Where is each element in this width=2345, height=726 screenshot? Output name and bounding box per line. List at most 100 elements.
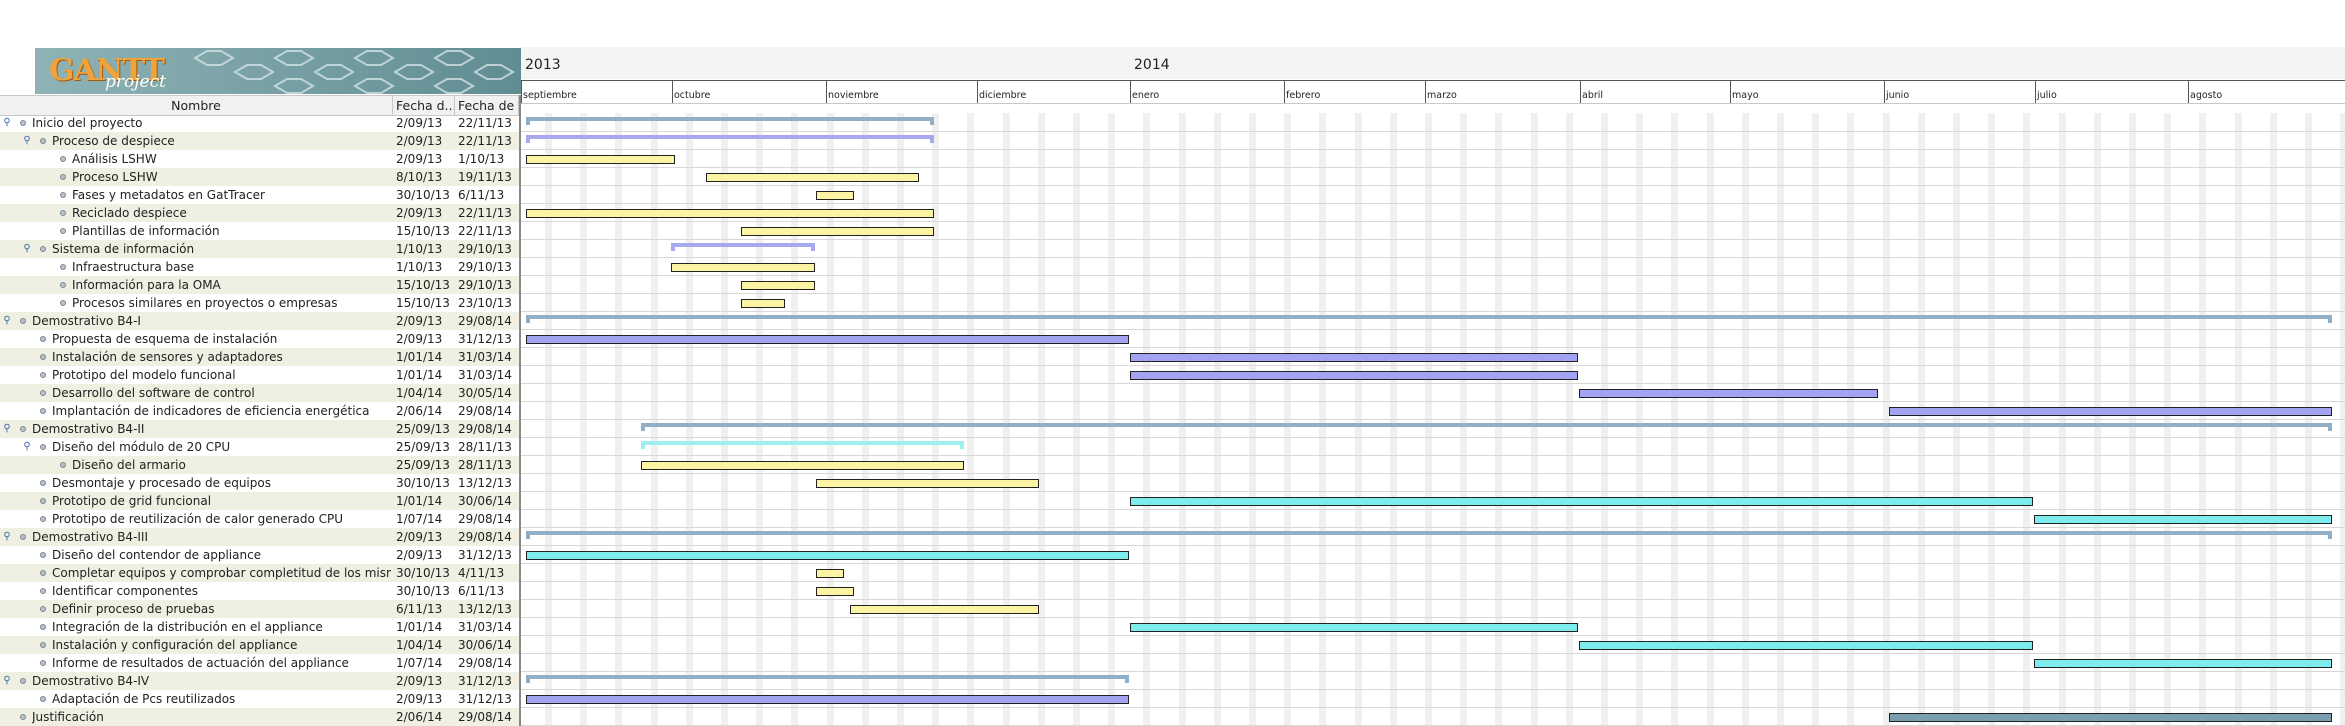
month-header: septiembre octubre noviembre diciembre enero… — [521, 80, 2345, 104]
collapse-toggle-icon[interactable]: ⚲ — [2, 316, 12, 326]
task-name: Procesos similares en proyectos o empres… — [72, 296, 338, 310]
table-row[interactable]: Plantillas de información 15/10/13 22/11/1… — [0, 222, 521, 240]
table-row[interactable]: ⚲ Demostrativo B4-III 2/09/13 29/08/14 — [0, 528, 521, 546]
summary-bar[interactable] — [525, 117, 935, 125]
task-bar[interactable] — [1130, 497, 2033, 506]
task-bar[interactable] — [525, 209, 935, 218]
table-row[interactable]: Justificación 2/06/14 29/08/14 — [0, 708, 521, 726]
table-row[interactable]: Instalación y configuración del applianc… — [0, 636, 521, 654]
collapse-toggle-icon[interactable]: ⚲ — [2, 532, 12, 542]
task-end-date: 29/08/14 — [458, 512, 512, 526]
task-bullet-icon — [40, 588, 46, 594]
task-bar[interactable] — [705, 173, 920, 182]
task-start-date: 8/10/13 — [396, 170, 443, 184]
summary-bar[interactable] — [640, 441, 965, 449]
month-label: mayo — [1732, 90, 1759, 101]
summary-bar[interactable] — [525, 531, 2333, 539]
summary-bar[interactable] — [670, 243, 815, 251]
task-start-date: 30/10/13 — [396, 476, 450, 490]
table-row[interactable]: Reciclado despiece 2/09/13 22/11/13 — [0, 204, 521, 222]
task-bar[interactable] — [525, 335, 1129, 344]
task-bar[interactable] — [740, 227, 935, 236]
task-bar[interactable] — [740, 299, 785, 308]
table-row[interactable]: Fases y metadatos en GatTracer 30/10/13 6/… — [0, 186, 521, 204]
task-bar[interactable] — [815, 587, 855, 596]
task-bar[interactable] — [740, 281, 815, 290]
table-row[interactable]: Prototipo de reutilización de calor gene… — [0, 510, 521, 528]
table-row[interactable]: Integración de la distribución en el app… — [0, 618, 521, 636]
table-row[interactable]: Instalación de sensores y adaptadores 1/0… — [0, 348, 521, 366]
summary-bar[interactable] — [525, 135, 935, 143]
summary-bar[interactable] — [640, 423, 2333, 431]
table-row[interactable]: Definir proceso de pruebas 6/11/13 13/12/1… — [0, 600, 521, 618]
chart-row — [521, 564, 2345, 582]
table-row[interactable]: Prototipo de grid funcional 1/01/14 30/06/… — [0, 492, 521, 510]
collapse-toggle-icon[interactable]: ⚲ — [22, 136, 32, 146]
task-bar[interactable] — [1579, 389, 1878, 398]
collapse-toggle-icon[interactable]: ⚲ — [2, 118, 12, 128]
column-header-start[interactable]: Fecha d... — [393, 96, 455, 115]
task-name: Instalación de sensores y adaptadores — [52, 350, 283, 364]
collapse-toggle-icon[interactable]: ⚲ — [22, 244, 32, 254]
collapse-toggle-icon[interactable]: ⚲ — [2, 676, 12, 686]
summary-bar[interactable] — [525, 315, 2333, 323]
task-bar[interactable] — [525, 155, 675, 164]
table-row[interactable]: Desmontaje y procesado de equipos 30/10/1… — [0, 474, 521, 492]
table-row[interactable]: Análisis LSHW 2/09/13 1/10/13 — [0, 150, 521, 168]
summary-bar[interactable] — [525, 675, 1130, 683]
table-row[interactable]: Proceso LSHW 8/10/13 19/11/13 — [0, 168, 521, 186]
task-name: Reciclado despiece — [72, 206, 187, 220]
table-row[interactable]: Completar equipos y comprobar completitu… — [0, 564, 521, 582]
table-row[interactable]: Adaptación de Pcs reutilizados 2/09/13 31/… — [0, 690, 521, 708]
table-row[interactable]: Identificar componentes 30/10/13 6/11/13 — [0, 582, 521, 600]
task-bar[interactable] — [2033, 659, 2333, 668]
collapse-toggle-icon[interactable]: ⚲ — [22, 442, 32, 452]
table-row[interactable]: ⚲ Demostrativo B4-IV 2/09/13 31/12/13 — [0, 672, 521, 690]
task-bar[interactable] — [1130, 371, 1579, 380]
task-bar[interactable] — [525, 551, 1129, 560]
month-tick — [2188, 81, 2189, 103]
month-tick — [977, 81, 978, 103]
column-header-end[interactable]: Fecha de ... — [455, 96, 519, 115]
table-row[interactable]: Diseño del armario 25/09/13 28/11/13 — [0, 456, 521, 474]
table-row[interactable]: ⚲ Diseño del módulo de 20 CPU 25/09/13 28/1… — [0, 438, 521, 456]
table-row[interactable]: Información para la OMA 15/10/13 29/10/13 — [0, 276, 521, 294]
table-row[interactable]: Implantación de indicadores de eficienci… — [0, 402, 521, 420]
task-name: Demostrativo B4-III — [32, 530, 149, 544]
task-end-date: 22/11/13 — [458, 224, 512, 238]
table-row[interactable]: Diseño del contendor de appliance 2/09/13… — [0, 546, 521, 564]
task-bar[interactable] — [1888, 713, 2333, 722]
task-bar[interactable] — [815, 191, 855, 200]
task-bar[interactable] — [1130, 623, 1579, 632]
task-end-date: 31/03/14 — [458, 350, 512, 364]
table-row[interactable]: ⚲ Inicio del proyecto 2/09/13 22/11/13 — [0, 114, 521, 132]
task-bar[interactable] — [815, 479, 1040, 488]
table-row[interactable]: Desarrollo del software de control 1/04/1… — [0, 384, 521, 402]
task-bar[interactable] — [640, 461, 965, 470]
task-bar[interactable] — [2033, 515, 2333, 524]
chart-row — [521, 636, 2345, 654]
table-row[interactable]: Informe de resultados de actuación del a… — [0, 654, 521, 672]
table-row[interactable]: ⚲ Demostrativo B4-II 25/09/13 29/08/14 — [0, 420, 521, 438]
task-end-date: 30/05/14 — [458, 386, 512, 400]
table-row[interactable]: Prototipo del modelo funcional 1/01/14 31/… — [0, 366, 521, 384]
table-row[interactable]: Infraestructura base 1/10/13 29/10/13 — [0, 258, 521, 276]
task-bar[interactable] — [850, 605, 1040, 614]
task-table-header: Nombre Fecha d... Fecha de ... — [0, 95, 519, 116]
task-end-date: 29/08/14 — [458, 710, 512, 724]
task-bar[interactable] — [670, 263, 815, 272]
table-row[interactable]: Procesos similares en proyectos o empres… — [0, 294, 521, 312]
task-end-date: 29/10/13 — [458, 260, 512, 274]
column-header-name[interactable]: Nombre — [0, 96, 393, 115]
table-row[interactable]: Propuesta de esquema de instalación 2/09/… — [0, 330, 521, 348]
table-row[interactable]: ⚲ Sistema de información 1/10/13 29/10/13 — [0, 240, 521, 258]
table-row[interactable]: ⚲ Demostrativo B4-I 2/09/13 29/08/14 — [0, 312, 521, 330]
task-bar[interactable] — [815, 569, 845, 578]
collapse-toggle-icon[interactable]: ⚲ — [2, 424, 12, 434]
task-bar[interactable] — [1579, 641, 2033, 650]
task-bar[interactable] — [525, 695, 1129, 704]
task-bar[interactable] — [1888, 407, 2333, 416]
task-bar[interactable] — [1130, 353, 1579, 362]
task-end-date: 29/08/14 — [458, 404, 512, 418]
table-row[interactable]: ⚲ Proceso de despiece 2/09/13 22/11/13 — [0, 132, 521, 150]
